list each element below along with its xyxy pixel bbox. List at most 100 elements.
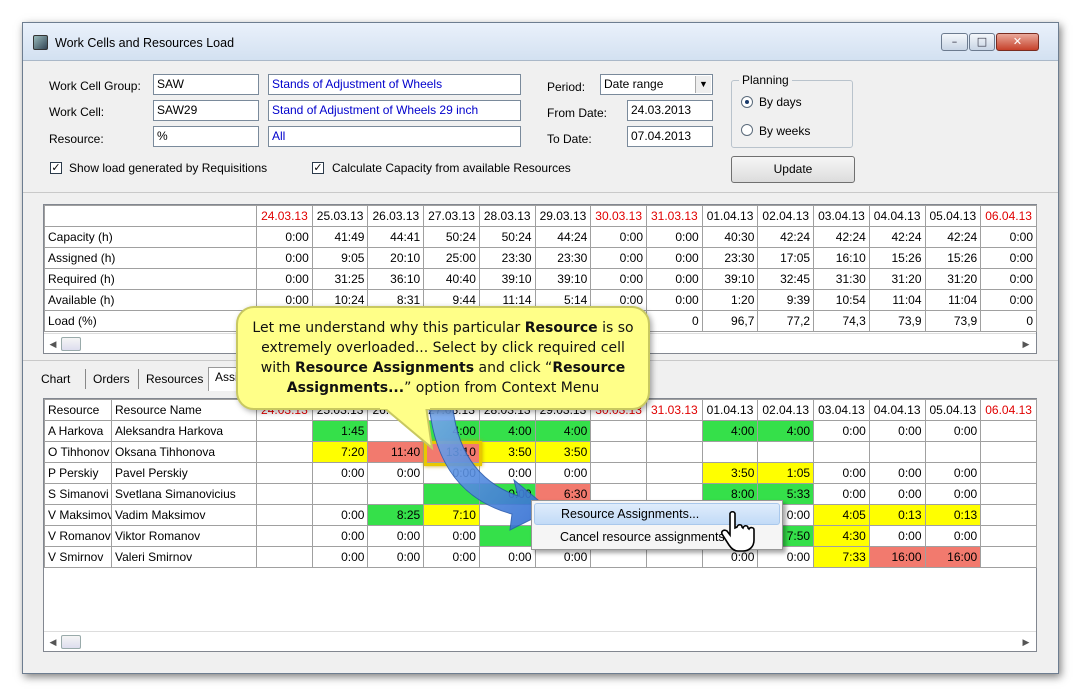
summary-cell[interactable]: 0 bbox=[980, 310, 1037, 332]
assignment-cell[interactable]: 7:33 bbox=[813, 546, 870, 568]
assignment-cell[interactable] bbox=[256, 441, 313, 463]
resource-code-input[interactable]: % bbox=[153, 126, 259, 147]
show-requisitions-checkbox[interactable]: ✓ bbox=[50, 162, 62, 174]
summary-cell[interactable]: 0:00 bbox=[256, 268, 313, 290]
resource-name-cell[interactable]: Aleksandra Harkova bbox=[111, 420, 258, 442]
summary-cell[interactable]: 31:25 bbox=[311, 268, 369, 290]
assignment-cell[interactable]: 0:00 bbox=[924, 462, 982, 484]
minimize-button[interactable]: – bbox=[941, 33, 968, 51]
resource-code-cell[interactable]: S Simanovi bbox=[43, 483, 113, 505]
summary-cell[interactable]: 11:04 bbox=[868, 289, 926, 311]
summary-cell[interactable]: 50:24 bbox=[478, 226, 536, 248]
assignment-cell[interactable]: 4:05 bbox=[813, 504, 870, 526]
assignment-cell[interactable]: 0:00 bbox=[311, 525, 369, 547]
update-button[interactable]: Update bbox=[731, 156, 855, 183]
summary-cell[interactable]: 0:00 bbox=[980, 226, 1037, 248]
summary-cell[interactable]: 50:24 bbox=[423, 226, 480, 248]
summary-cell[interactable]: 31:20 bbox=[924, 268, 982, 290]
work-cell-group-name-input[interactable]: Stands of Adjustment of Wheels bbox=[268, 74, 521, 95]
assignment-cell[interactable]: 0:00 bbox=[813, 420, 870, 442]
resource-name-cell[interactable]: Vadim Maksimov bbox=[111, 504, 258, 526]
summary-cell[interactable]: 0:00 bbox=[590, 268, 647, 290]
by-weeks-radio[interactable] bbox=[741, 124, 753, 136]
assignment-cell[interactable] bbox=[311, 483, 369, 505]
tab-chart[interactable]: Chart bbox=[41, 372, 70, 386]
assignment-cell[interactable] bbox=[256, 504, 313, 526]
summary-cell[interactable]: 0:00 bbox=[646, 268, 703, 290]
summary-cell[interactable]: 44:41 bbox=[367, 226, 425, 248]
summary-cell[interactable]: 10:54 bbox=[813, 289, 870, 311]
assignment-cell[interactable] bbox=[256, 483, 313, 505]
summary-cell[interactable]: 77,2 bbox=[757, 310, 815, 332]
assignment-cell[interactable] bbox=[980, 525, 1037, 547]
assignment-cell[interactable]: 0:00 bbox=[367, 546, 425, 568]
summary-cell[interactable]: 11:04 bbox=[924, 289, 982, 311]
scroll-left-icon[interactable]: ◀ bbox=[45, 634, 61, 650]
resource-name-input[interactable]: All bbox=[268, 126, 521, 147]
assignment-cell[interactable] bbox=[980, 483, 1037, 505]
summary-cell[interactable]: 41:49 bbox=[311, 226, 369, 248]
summary-cell[interactable]: 32:45 bbox=[757, 268, 815, 290]
assignment-cell[interactable]: 0:13 bbox=[868, 504, 926, 526]
calc-capacity-checkbox[interactable]: ✓ bbox=[312, 162, 324, 174]
summary-cell[interactable]: 0:00 bbox=[646, 247, 703, 269]
summary-cell[interactable]: 39:10 bbox=[701, 268, 759, 290]
assignment-cell[interactable]: 4:00 bbox=[701, 420, 759, 442]
summary-cell[interactable]: 15:26 bbox=[868, 247, 926, 269]
assignments-h-scrollbar[interactable]: ◀ ▶ bbox=[44, 631, 1036, 651]
assignment-cell[interactable] bbox=[980, 441, 1037, 463]
date-header[interactable]: 06.04.13 bbox=[980, 399, 1037, 421]
assignment-cell[interactable] bbox=[813, 441, 870, 463]
to-date-input[interactable]: 07.04.2013 bbox=[627, 126, 713, 147]
work-cell-code-input[interactable]: SAW29 bbox=[153, 100, 259, 121]
date-header[interactable]: 30.03.13 bbox=[590, 205, 647, 227]
assignment-cell[interactable]: 0:13 bbox=[924, 504, 982, 526]
resource-name-cell[interactable]: Valeri Smirnov bbox=[111, 546, 258, 568]
assignment-cell[interactable] bbox=[924, 441, 982, 463]
summary-cell[interactable]: 42:24 bbox=[757, 226, 815, 248]
work-cell-group-code-input[interactable]: SAW bbox=[153, 74, 259, 95]
assignment-cell[interactable]: 1:45 bbox=[311, 420, 369, 442]
scroll-left-icon[interactable]: ◀ bbox=[45, 336, 61, 352]
resource-code-cell[interactable]: A Harkova bbox=[43, 420, 113, 442]
summary-cell[interactable]: 23:30 bbox=[701, 247, 759, 269]
close-button[interactable]: ✕ bbox=[996, 33, 1039, 51]
date-header[interactable]: 04.04.13 bbox=[868, 399, 926, 421]
date-header[interactable]: 06.04.13 bbox=[980, 205, 1037, 227]
assignment-cell[interactable] bbox=[645, 462, 703, 484]
resource-col-header[interactable]: Resource bbox=[43, 399, 113, 421]
summary-cell[interactable]: 31:20 bbox=[868, 268, 926, 290]
summary-cell[interactable]: 40:30 bbox=[701, 226, 759, 248]
summary-cell[interactable]: 73,9 bbox=[924, 310, 982, 332]
assignment-cell[interactable]: 0:00 bbox=[868, 483, 926, 505]
by-days-radio[interactable] bbox=[741, 96, 753, 108]
work-cell-name-input[interactable]: Stand of Adjustment of Wheels 29 inch bbox=[268, 100, 521, 121]
summary-cell[interactable]: 39:10 bbox=[478, 268, 536, 290]
assignment-cell[interactable]: 0:00 bbox=[478, 546, 536, 568]
assignment-cell[interactable]: 0:00 bbox=[868, 420, 926, 442]
scroll-right-icon[interactable]: ▶ bbox=[1018, 634, 1034, 650]
assignment-cell[interactable] bbox=[701, 441, 759, 463]
date-header[interactable]: 24.03.13 bbox=[256, 205, 313, 227]
assignment-cell[interactable]: 3:50 bbox=[701, 462, 759, 484]
assignment-cell[interactable]: 0:00 bbox=[868, 525, 926, 547]
assignment-cell[interactable]: 4:00 bbox=[757, 420, 815, 442]
summary-cell[interactable]: 0:00 bbox=[646, 289, 703, 311]
date-header[interactable]: 02.04.13 bbox=[757, 205, 815, 227]
assignment-cell[interactable] bbox=[256, 462, 313, 484]
resource-code-cell[interactable]: V Smirnov bbox=[43, 546, 113, 568]
summary-cell[interactable]: 0:00 bbox=[256, 247, 313, 269]
summary-cell[interactable]: 39:10 bbox=[534, 268, 592, 290]
date-header[interactable]: 01.04.13 bbox=[701, 205, 759, 227]
assignment-cell[interactable]: 7:20 bbox=[311, 441, 369, 463]
summary-cell[interactable]: 42:24 bbox=[868, 226, 926, 248]
summary-cell[interactable]: 20:10 bbox=[367, 247, 425, 269]
summary-cell[interactable]: 15:26 bbox=[924, 247, 982, 269]
date-header[interactable]: 05.04.13 bbox=[924, 205, 982, 227]
title-bar[interactable]: Work Cells and Resources Load – □ ✕ bbox=[23, 23, 1058, 61]
summary-cell[interactable]: 36:10 bbox=[367, 268, 425, 290]
assignment-cell[interactable] bbox=[645, 441, 703, 463]
assignment-cell[interactable] bbox=[980, 420, 1037, 442]
summary-cell[interactable]: 0 bbox=[646, 310, 703, 332]
summary-cell[interactable]: 42:24 bbox=[813, 226, 870, 248]
